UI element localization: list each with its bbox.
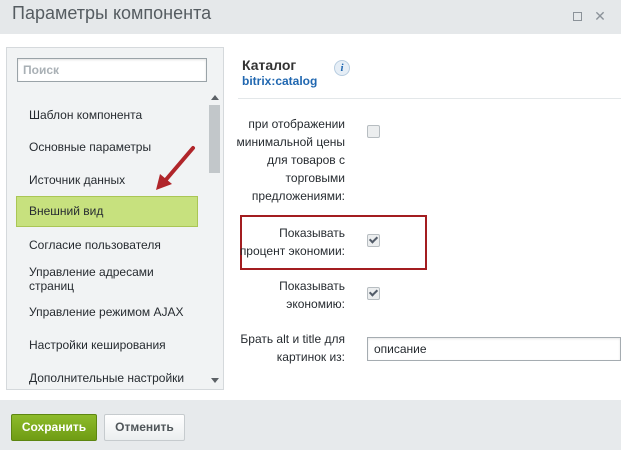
sidebar-item-appearance[interactable]: Внешний вид — [16, 196, 198, 227]
option-label-show-discount-percent: Показывать процент экономии: — [239, 226, 345, 258]
component-title: Каталог — [242, 57, 297, 73]
save-button[interactable]: Сохранить — [11, 414, 97, 441]
checkbox-show-discount[interactable] — [367, 287, 380, 300]
scroll-down-icon[interactable] — [211, 378, 219, 383]
close-icon[interactable]: ✕ — [592, 8, 608, 24]
scroll-up-icon[interactable] — [211, 95, 219, 100]
check-icon — [368, 234, 379, 244]
checkbox-min-price[interactable] — [367, 125, 380, 138]
search-input[interactable] — [17, 58, 207, 82]
alt-title-select[interactable]: описание — [367, 337, 621, 361]
sidebar-item-ajax[interactable]: Управление режимом AJAX — [16, 305, 198, 319]
dialog-content: Шаблон компонента Основные параметры Ист… — [0, 34, 621, 400]
sidebar: Шаблон компонента Основные параметры Ист… — [6, 47, 224, 390]
scroll-thumb[interactable] — [209, 105, 220, 173]
sidebar-item-additional[interactable]: Дополнительные настройки — [16, 371, 198, 385]
dialog-footer: Сохранить Отменить — [0, 400, 621, 450]
dialog-title: Параметры компонента — [12, 3, 212, 23]
maximize-icon[interactable] — [569, 8, 585, 24]
cancel-button[interactable]: Отменить — [104, 414, 185, 441]
sidebar-item-user-consent[interactable]: Согласие пользователя — [16, 238, 198, 252]
annotation-arrow-icon — [156, 146, 195, 190]
info-icon[interactable]: i — [334, 60, 350, 76]
option-label-min-price: при отображении минимальной цены для тов… — [236, 117, 345, 203]
component-code: bitrix:catalog — [242, 74, 318, 88]
dialog-titlebar: Параметры компонента ✕ — [0, 0, 621, 34]
option-label-show-discount: Показывать экономию: — [279, 279, 345, 311]
divider — [238, 98, 621, 99]
checkbox-show-discount-percent[interactable] — [367, 234, 380, 247]
check-icon — [368, 287, 379, 297]
sidebar-item-template[interactable]: Шаблон компонента — [16, 108, 198, 122]
sidebar-item-caching[interactable]: Настройки кеширования — [16, 338, 198, 352]
sidebar-item-page-addresses[interactable]: Управление адресами страниц — [16, 265, 198, 293]
main-panel: Каталог bitrix:catalog i при отображении… — [224, 47, 621, 400]
option-label-alt-title: Брать alt и title для картинок из: — [240, 332, 345, 364]
